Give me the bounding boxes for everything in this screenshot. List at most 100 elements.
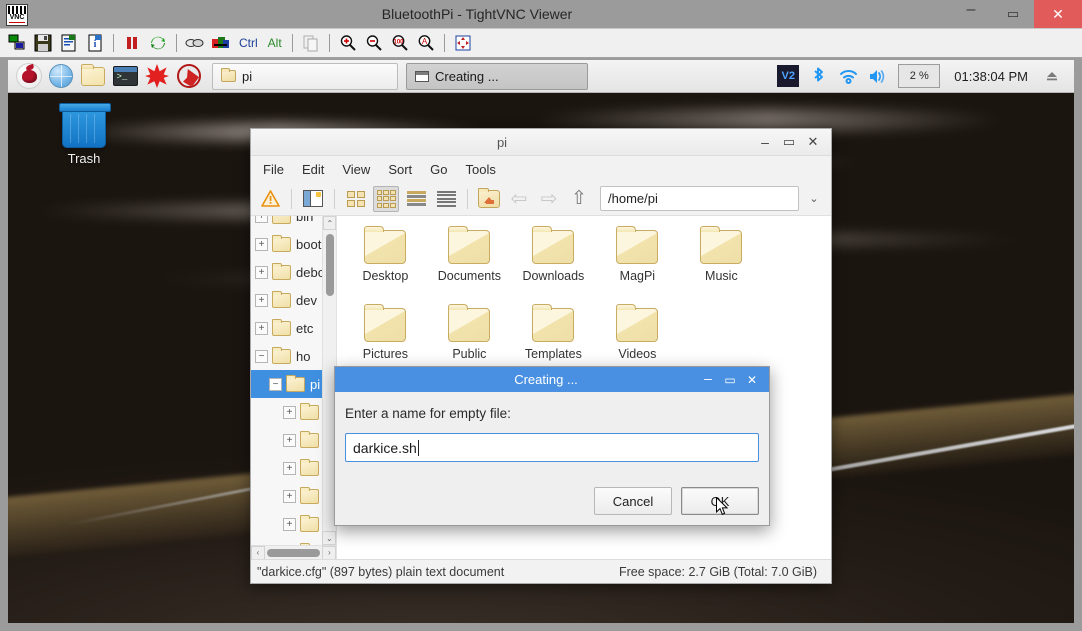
thumbnail-view-icon[interactable] — [373, 185, 399, 212]
scroll-down-icon[interactable]: ⌄ — [322, 531, 337, 545]
detailed-list-view-icon[interactable] — [433, 186, 459, 212]
folder-icon — [300, 430, 319, 448]
path-input[interactable]: /home/pi — [600, 186, 799, 211]
scroll-thumb[interactable] — [326, 234, 335, 296]
clipboard-transfer-icon[interactable] — [298, 31, 324, 55]
tree-expander[interactable]: + — [283, 405, 296, 419]
menu-item-sort[interactable]: Sort — [388, 162, 412, 177]
scroll-thumb[interactable] — [267, 548, 321, 557]
svg-text:i: i — [94, 39, 97, 50]
dialog-minimize-button[interactable]: – — [697, 367, 719, 392]
fm-minimize-button[interactable]: – — [753, 129, 777, 156]
tree-expander[interactable]: + — [283, 461, 296, 475]
menu-item-go[interactable]: Go — [430, 162, 447, 177]
compact-view-icon[interactable] — [403, 186, 429, 212]
tree-expander[interactable]: − — [255, 349, 268, 363]
tree-expander[interactable]: − — [269, 377, 282, 391]
tree-expander[interactable]: + — [255, 265, 268, 279]
alt-key-button[interactable]: Alt — [263, 36, 287, 50]
tree-expander[interactable]: + — [255, 293, 268, 307]
dialog-maximize-button[interactable]: ▭ — [719, 367, 741, 392]
file-manager-title-bar[interactable]: pi – ▭ ✕ — [251, 129, 831, 156]
ctrl-key-button[interactable]: Ctrl — [234, 36, 263, 50]
refresh-icon[interactable] — [145, 31, 171, 55]
folder-icon — [700, 226, 743, 264]
taskbar-item-pi[interactable]: pi — [212, 62, 398, 90]
zoom-100-icon[interactable]: 100 — [387, 31, 413, 55]
zoom-in-icon[interactable] — [335, 31, 361, 55]
vnc-maximize-button[interactable]: ▭ — [992, 0, 1034, 28]
tree-expander[interactable]: + — [255, 237, 268, 251]
file-item[interactable]: Documents — [427, 226, 511, 304]
fullscreen-icon[interactable] — [450, 31, 476, 55]
home-icon[interactable] — [476, 186, 502, 212]
ok-button[interactable]: OK — [681, 487, 759, 515]
file-item[interactable]: Downloads — [511, 226, 595, 304]
icon-view-icon[interactable] — [343, 186, 369, 212]
scroll-right-icon[interactable]: › — [322, 545, 337, 559]
vnc-logo-text: VNC — [9, 14, 25, 21]
directory-tree[interactable]: + bin + boot + debootstra — [251, 216, 338, 559]
tree-item-label: bin — [296, 216, 314, 224]
forward-icon[interactable]: ⇨ — [536, 186, 562, 212]
scroll-left-icon[interactable]: ‹ — [251, 545, 265, 559]
volume-icon[interactable] — [864, 62, 892, 90]
mathematica-icon[interactable] — [142, 61, 172, 91]
tree-expander[interactable]: + — [283, 489, 296, 503]
cancel-button[interactable]: Cancel — [594, 487, 672, 515]
remote-desktop-viewport[interactable]: >_ pi Creating ... V2 2 % 01:38:04 PM Tr… — [8, 60, 1074, 623]
file-item[interactable]: Desktop — [343, 226, 427, 304]
taskbar-item-creating[interactable]: Creating ... — [406, 62, 588, 90]
save-session-icon[interactable] — [30, 31, 56, 55]
fm-maximize-button[interactable]: ▭ — [777, 129, 801, 156]
desktop-icon-trash[interactable]: Trash — [44, 103, 124, 166]
back-icon[interactable]: ⇦ — [506, 186, 532, 212]
zoom-out-icon[interactable] — [361, 31, 387, 55]
folder-icon — [272, 262, 291, 280]
vnc-close-button[interactable]: ✕ — [1034, 0, 1082, 28]
up-icon[interactable]: ⇧ — [566, 186, 592, 212]
vnc-minimize-button[interactable]: – — [950, 0, 992, 28]
warning-icon[interactable] — [257, 186, 283, 212]
file-item[interactable]: MagPi — [595, 226, 679, 304]
connection-options-icon[interactable] — [56, 31, 82, 55]
tree-expander[interactable]: + — [255, 321, 268, 335]
terminal-icon[interactable]: >_ — [110, 61, 140, 91]
create-file-dialog[interactable]: Creating ... – ▭ ✕ Enter a name for empt… — [334, 366, 770, 526]
dialog-title-bar[interactable]: Creating ... – ▭ ✕ — [335, 367, 769, 392]
bluetooth-icon[interactable] — [804, 62, 832, 90]
connection-info-icon[interactable]: i — [82, 31, 108, 55]
menu-item-edit[interactable]: Edit — [302, 162, 324, 177]
filename-input[interactable]: darkice.sh — [345, 433, 759, 462]
file-manager-icon[interactable] — [78, 61, 108, 91]
clock[interactable]: 01:38:04 PM — [946, 69, 1036, 84]
dual-pane-icon[interactable] — [300, 186, 326, 212]
raspberry-menu-icon[interactable] — [14, 61, 44, 91]
eject-icon[interactable] — [1038, 62, 1066, 90]
wifi-icon[interactable] — [834, 62, 862, 90]
zoom-auto-icon[interactable]: A — [413, 31, 439, 55]
menu-item-file[interactable]: File — [263, 162, 284, 177]
folder-icon — [300, 402, 319, 420]
pause-icon[interactable] — [119, 31, 145, 55]
new-connection-icon[interactable] — [4, 31, 30, 55]
scroll-up-icon[interactable]: ⌃ — [323, 216, 337, 230]
cpu-monitor-icon[interactable]: V2 — [774, 62, 802, 90]
send-keys-icon[interactable] — [182, 31, 208, 55]
web-browser-icon[interactable] — [46, 61, 76, 91]
file-item[interactable]: Music — [679, 226, 763, 304]
menu-item-view[interactable]: View — [342, 162, 370, 177]
folder-icon — [364, 226, 407, 264]
chevron-down-icon[interactable]: ⌄ — [803, 192, 825, 205]
dialog-close-button[interactable]: ✕ — [741, 367, 763, 392]
tree-horizontal-scrollbar[interactable]: ‹ › — [251, 545, 337, 559]
wolfram-icon[interactable] — [174, 61, 204, 91]
tree-expander[interactable]: + — [255, 216, 268, 223]
tree-expander[interactable]: + — [283, 517, 296, 531]
tree-expander[interactable]: + — [283, 433, 296, 447]
fm-close-button[interactable]: ✕ — [801, 129, 825, 156]
menu-item-tools[interactable]: Tools — [466, 162, 496, 177]
folder-icon — [532, 304, 575, 342]
cpu-usage-indicator[interactable]: 2 % — [898, 64, 941, 88]
ctrl-alt-del-icon[interactable] — [208, 31, 234, 55]
